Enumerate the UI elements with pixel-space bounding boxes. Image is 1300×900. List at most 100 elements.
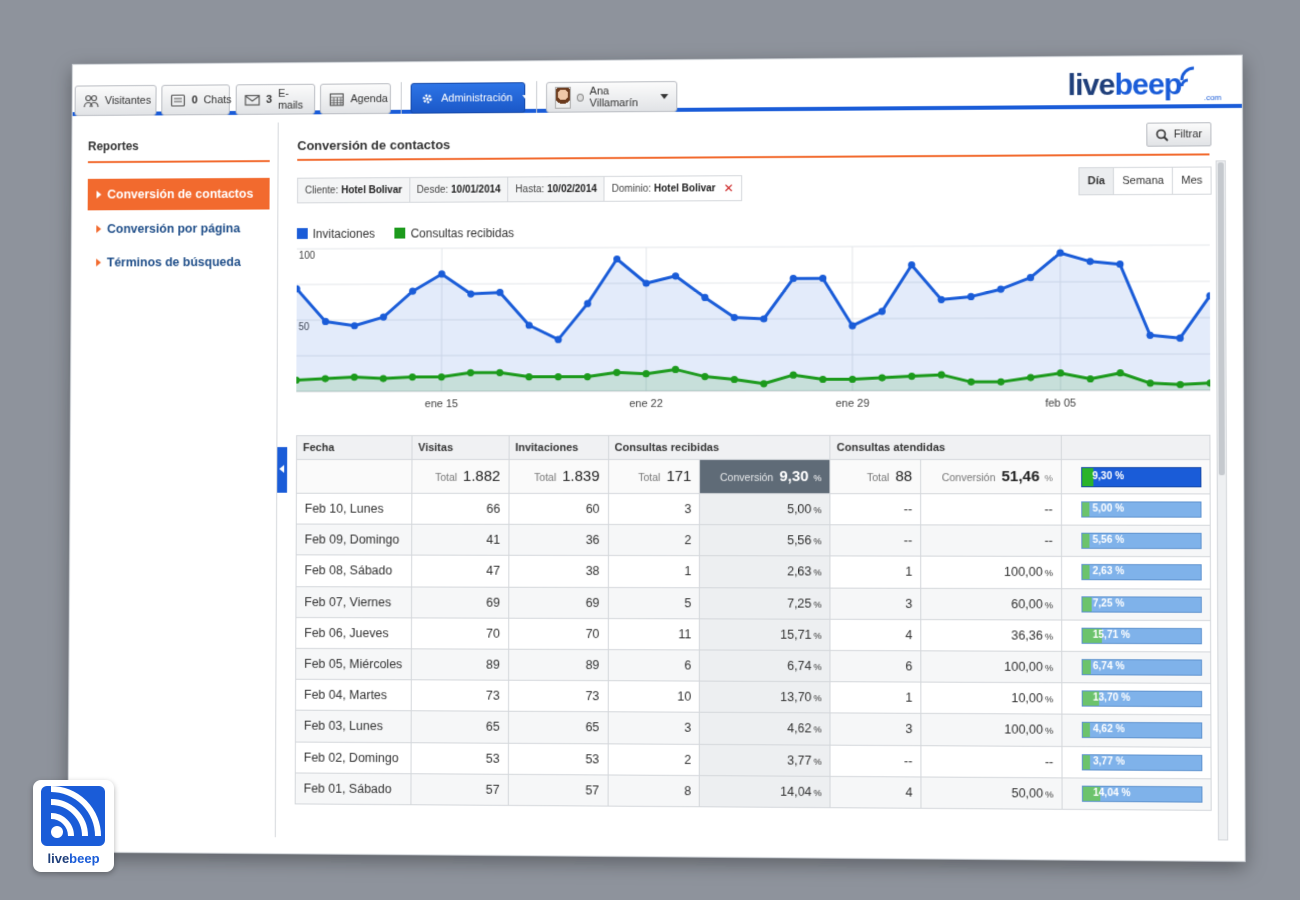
conversion-bar-label: 2,63 %	[1092, 566, 1125, 578]
cell-bar: 6,74 %	[1061, 651, 1211, 684]
sidebar-item-label: Conversión de contactos	[107, 186, 254, 202]
emails-button[interactable]: 3 E-mails	[235, 83, 316, 115]
col-invitaciones[interactable]: Invitaciones	[508, 435, 609, 460]
percent-sign: %	[813, 724, 822, 735]
filter-button[interactable]: Filtrar	[1146, 122, 1212, 147]
data-point-consultas	[408, 373, 416, 381]
data-point-invitaciones	[1086, 257, 1094, 266]
col-visitas[interactable]: Visitas	[411, 435, 509, 460]
data-point-invitaciones	[438, 270, 446, 278]
cell-recibidas: 10	[607, 680, 700, 713]
cell-invitaciones: 73	[508, 680, 608, 713]
x-tick-label: ene 29	[836, 398, 870, 410]
total-visitas: Total 1.882	[411, 459, 509, 494]
conversion-value: 9,30	[779, 468, 809, 486]
table-row[interactable]: Feb 10, Lunes 66 60 3 5,00% -- -- 5,00 %	[296, 493, 1211, 526]
data-point-invitaciones	[409, 287, 417, 295]
col-consultas-recibidas[interactable]: Consultas recibidas	[608, 435, 831, 460]
sidebar-item-terminos-busqueda[interactable]: Términos de búsqueda	[87, 246, 269, 278]
totals-row: Total 1.882 Total 1.839 Total 171 Conversió…	[296, 459, 1211, 494]
col-fecha[interactable]: Fecha	[296, 435, 412, 460]
report-table: Fecha Visitas Invitaciones Consultas rec…	[295, 435, 1212, 811]
period-mes[interactable]: Mes	[1173, 167, 1211, 194]
logo-domain: .com	[1203, 92, 1222, 103]
period-dia[interactable]: Día	[1079, 168, 1115, 195]
cell-bar: 3,77 %	[1061, 745, 1212, 779]
data-point-consultas	[525, 373, 533, 381]
badge-part-live: live	[47, 851, 70, 866]
data-point-consultas	[760, 380, 768, 388]
user-menu-button[interactable]: Ana Villamarín	[546, 81, 678, 113]
total-atendidas: Total 88	[830, 459, 921, 494]
period-selector: Día Semana Mes	[1078, 166, 1212, 196]
conversion-bar-fill	[1082, 533, 1090, 549]
data-point-invitaciones	[1116, 260, 1124, 268]
table-row[interactable]: Feb 05, Miércoles 89 89 6 6,74% 6 100,00% 6,74 …	[295, 648, 1211, 684]
cell-bar: 4,62 %	[1061, 714, 1211, 747]
conversion-label: Conversión	[941, 472, 996, 485]
sidebar-item-conversion-pagina[interactable]: Conversión por página	[87, 212, 269, 244]
cell-recibidas: 5	[607, 587, 700, 619]
cell-conversion-value: 3,77	[787, 753, 812, 768]
chats-button[interactable]: 0 Chats	[161, 84, 232, 116]
table-row[interactable]: Feb 08, Sábado 47 38 1 2,63% 1 100,00% 2,63 %	[296, 555, 1211, 589]
logo-part-beep: beep	[1114, 68, 1182, 102]
table-row[interactable]: Feb 04, Martes 73 73 10 13,70% 1 10,00% 13,70 %	[295, 679, 1211, 716]
period-semana[interactable]: Semana	[1114, 167, 1174, 195]
percent-sign: %	[813, 505, 822, 516]
cell-conversion-atendidas: 36,36%	[920, 619, 1062, 652]
toolbar-separator	[400, 82, 402, 114]
conversion-bar: 2,63 %	[1081, 564, 1202, 581]
conversion-bar-label: 14,04 %	[1093, 787, 1131, 799]
cell-conversion-value: 14,04	[780, 784, 812, 799]
scrollbar-thumb[interactable]	[1217, 162, 1225, 476]
criteria-from: Desde: 10/01/2014	[409, 177, 509, 202]
legend-consultas[interactable]: Consultas recibidas	[394, 226, 514, 240]
criteria-to-label: Hasta:	[515, 183, 545, 195]
table-row[interactable]: Feb 01, Sábado 57 57 8 14,04% 4 50,00% 14,04 %	[295, 772, 1212, 811]
total-value: 1.839	[562, 467, 600, 485]
data-point-consultas	[1086, 375, 1095, 383]
table-row[interactable]: Feb 07, Viernes 69 69 5 7,25% 3 60,00% 7,25 %	[295, 586, 1211, 621]
visitantes-button[interactable]: Visitantes	[74, 84, 157, 117]
cell-invitaciones: 53	[508, 742, 608, 775]
data-point-consultas	[967, 378, 975, 386]
x-tick-label: ene 15	[425, 398, 458, 410]
table-row[interactable]: Feb 06, Jueves 70 70 11 15,71% 4 36,36% 15,71 %	[295, 617, 1211, 652]
cell-conversion-atendidas: 50,00%	[921, 776, 1063, 810]
criteria-client-value: Hotel Bolivar	[341, 184, 403, 196]
agenda-button[interactable]: Agenda	[319, 83, 391, 115]
data-point-consultas	[730, 375, 738, 383]
conversion-bar-label: 4,62 %	[1092, 724, 1125, 736]
conversion-bar-fill	[1082, 565, 1090, 580]
data-point-invitaciones	[554, 335, 562, 344]
cell-conversion-atendidas-value: --	[1044, 533, 1053, 549]
page-title: Conversión de contactos	[297, 137, 451, 154]
cell-atendidas: 4	[830, 619, 921, 651]
cell-visitas: 65	[410, 711, 509, 743]
sidebar-item-label: Términos de búsqueda	[106, 255, 241, 270]
administracion-menu-button[interactable]: Administración	[410, 82, 531, 114]
cell-conversion-atendidas-value: 36,36	[1011, 628, 1043, 643]
cell-atendidas: 4	[830, 776, 922, 809]
table-row[interactable]: Feb 09, Domingo 41 36 2 5,56% -- -- 5,56 %	[296, 524, 1211, 558]
conversion-bar-label: 9,30 %	[1092, 470, 1125, 482]
legend-invitaciones[interactable]: Invitaciones	[296, 226, 376, 241]
legend-label: Invitaciones	[312, 226, 376, 241]
cell-visitas: 66	[411, 493, 509, 525]
users-icon	[83, 94, 99, 108]
col-consultas-atendidas[interactable]: Consultas atendidas	[830, 435, 1062, 460]
cell-conversion-value: 4,62	[787, 721, 812, 736]
sidebar-item-conversion-contactos[interactable]: Conversión de contactos	[87, 177, 270, 211]
administracion-label: Administración	[441, 91, 513, 105]
remove-domain-icon[interactable]: ✕	[724, 181, 734, 195]
cell-conversion-atendidas: 10,00%	[920, 682, 1062, 715]
data-point-consultas	[1056, 369, 1065, 377]
vertical-scrollbar[interactable]	[1215, 160, 1229, 841]
total-conversion-recibidas: Conversión 9,30 %	[699, 459, 831, 494]
data-point-consultas	[467, 369, 475, 377]
cell-conversion-atendidas-value: 100,00	[1003, 565, 1043, 580]
percent-sign: %	[813, 599, 822, 610]
cell-conversion-value: 5,00	[787, 502, 812, 517]
data-point-consultas	[614, 369, 622, 377]
